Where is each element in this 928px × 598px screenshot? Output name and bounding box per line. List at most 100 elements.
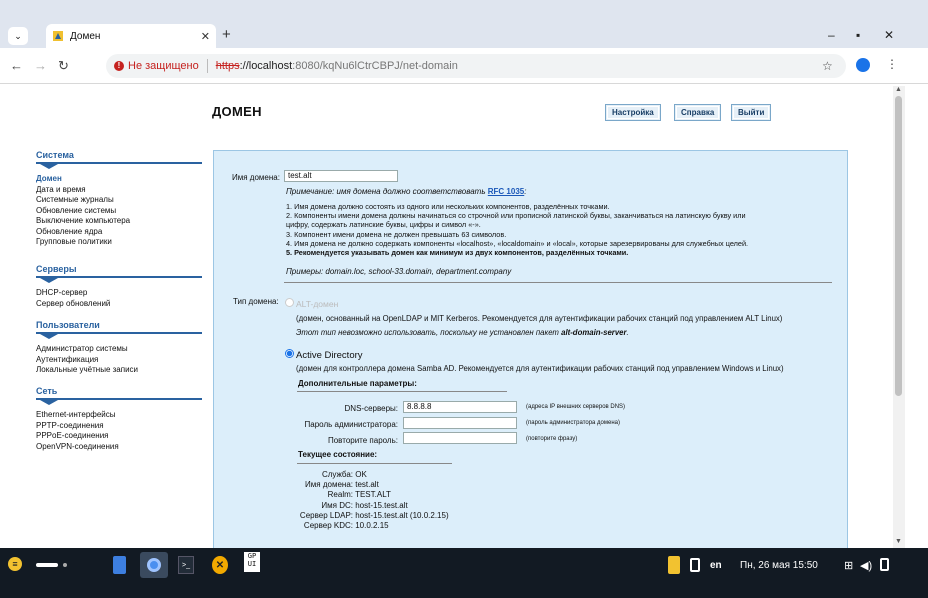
file-manager-icon[interactable] bbox=[113, 556, 126, 574]
domain-name-input[interactable]: test.alt bbox=[284, 170, 398, 182]
not-secure-indicator[interactable]: ! Не защищено bbox=[114, 60, 199, 72]
taskbar-pill-icon[interactable] bbox=[36, 563, 58, 567]
tab-title: Домен bbox=[70, 30, 101, 42]
rule-2-cont: цифру, содержать латинские буквы, цифры … bbox=[286, 220, 481, 230]
state-row-kdc: Сервер KDC: 10.0.2.15 bbox=[280, 521, 449, 531]
sidebar-group-servers: Серверы DHCP-сервер Сервер обновлений bbox=[36, 264, 202, 309]
settings-button[interactable]: Настройка bbox=[605, 104, 661, 121]
back-icon[interactable]: ← bbox=[10, 58, 23, 73]
state-key: Сервер KDC: bbox=[303, 521, 353, 531]
active-directory-radio[interactable] bbox=[285, 349, 294, 358]
state-value: OK bbox=[355, 470, 367, 479]
divider bbox=[297, 391, 507, 392]
gpui-app-icon[interactable]: GP UI bbox=[244, 552, 260, 572]
taskbar-dot-icon bbox=[63, 563, 67, 567]
sidebar-item-local-accounts[interactable]: Локальные учётные записи bbox=[36, 365, 202, 376]
minimize-button[interactable]: – bbox=[828, 28, 835, 42]
sidebar-heading[interactable]: Сеть bbox=[36, 386, 202, 398]
active-directory-label: Active Directory bbox=[296, 350, 363, 361]
tab-list-button[interactable]: ⌄ bbox=[8, 27, 28, 45]
state-row-service: Служба: OK bbox=[280, 470, 449, 480]
clipboard-tray-icon[interactable] bbox=[690, 558, 700, 572]
admin-password-input[interactable] bbox=[403, 417, 517, 429]
tab-close-icon[interactable]: ✕ bbox=[201, 30, 210, 43]
url-host: ://localhost bbox=[239, 60, 293, 72]
sidebar-item-openvpn[interactable]: OpenVPN-соединения bbox=[36, 442, 202, 453]
help-button[interactable]: Справка bbox=[674, 104, 722, 121]
sidebar-item-policies[interactable]: Групповые политики bbox=[36, 237, 202, 248]
scroll-up-icon[interactable]: ▲ bbox=[895, 86, 902, 93]
keyboard-layout[interactable]: en bbox=[710, 556, 722, 574]
scroll-down-icon[interactable]: ▼ bbox=[895, 538, 902, 545]
state-value: TEST.ALT bbox=[355, 490, 391, 500]
maximize-button[interactable]: ▪ bbox=[856, 28, 860, 42]
state-value: host-15.test.alt bbox=[355, 500, 408, 510]
clock[interactable]: Пн, 26 мая 15:50 bbox=[740, 556, 818, 574]
state-value: 10.0.2.15 bbox=[355, 521, 389, 531]
sidebar-item-ethernet[interactable]: Ethernet-интерфейсы bbox=[36, 410, 202, 421]
battery-icon[interactable] bbox=[880, 558, 889, 571]
sidebar-heading[interactable]: Система bbox=[36, 150, 202, 162]
sidebar-item-update-server[interactable]: Сервер обновлений bbox=[36, 299, 202, 310]
forward-icon[interactable]: → bbox=[34, 58, 47, 73]
divider bbox=[297, 463, 452, 464]
sidebar-item-kernel[interactable]: Обновление ядра bbox=[36, 227, 202, 238]
page-title: ДОМЕН bbox=[212, 104, 262, 119]
sidebar-item-update[interactable]: Обновление системы bbox=[36, 206, 202, 217]
profile-icon[interactable] bbox=[856, 58, 870, 72]
sidebar-item-auth[interactable]: Аутентификация bbox=[36, 355, 202, 366]
dns-hint: (адреса IP внешних серверов DNS) bbox=[526, 404, 626, 410]
rule-2: 2. Компоненты имени домена должны начина… bbox=[286, 211, 746, 221]
logout-button[interactable]: Выйти bbox=[731, 104, 772, 121]
sidebar-item-logs[interactable]: Системные журналы bbox=[36, 195, 202, 206]
sidebar-item-admin[interactable]: Администратор системы bbox=[36, 344, 202, 355]
bookmark-star-icon[interactable]: ☆ bbox=[822, 59, 833, 73]
warning-dot: . bbox=[626, 328, 629, 337]
warning-text: Этот тип невозможно использовать, поскол… bbox=[296, 328, 562, 337]
network-icon[interactable]: ⊞ bbox=[844, 556, 853, 574]
note-text: Примечание: имя домена должно соответств… bbox=[286, 187, 488, 196]
repeat-password-label: Повторите пароль: bbox=[327, 436, 398, 445]
start-menu-icon[interactable]: ≡ bbox=[8, 557, 22, 571]
repeat-password-hint: (повторите фразу) bbox=[526, 436, 578, 442]
sidebar-item-datetime[interactable]: Дата и время bbox=[36, 185, 202, 196]
new-tab-button[interactable]: + bbox=[222, 26, 231, 43]
warning-icon: ! bbox=[114, 61, 124, 71]
current-state-title: Текущее состояние: bbox=[298, 450, 378, 459]
scrollbar-thumb[interactable] bbox=[895, 96, 902, 396]
domain-type-label: Тип домена: bbox=[233, 297, 279, 306]
reload-icon[interactable]: ↻ bbox=[58, 58, 69, 74]
url-path: :8080/kqNu6lCtrCBPJ/net-domain bbox=[292, 60, 458, 72]
state-row-realm: Realm: TEST.ALT bbox=[280, 490, 449, 500]
rfc-link[interactable]: RFC 1035 bbox=[488, 187, 524, 196]
domain-rules: 1. Имя домена должно состоять из одного … bbox=[286, 202, 838, 257]
sidebar-heading[interactable]: Серверы bbox=[36, 264, 202, 276]
state-key: Имя домена: bbox=[305, 480, 353, 490]
close-window-button[interactable]: ✕ bbox=[884, 28, 894, 42]
admin-password-hint: (пароль администратора домена) bbox=[526, 420, 620, 426]
sidebar-item-pptp[interactable]: PPTP-соединения bbox=[36, 421, 202, 432]
alt-domain-warning: Этот тип невозможно использовать, поскол… bbox=[296, 328, 629, 337]
terminal-icon[interactable]: >_ bbox=[178, 556, 194, 574]
note-colon: : bbox=[524, 187, 527, 196]
sidebar-heading[interactable]: Пользователи bbox=[36, 320, 202, 332]
sidebar-divider bbox=[36, 398, 202, 405]
state-row-ldap: Сервер LDAP: host-15.test.alt (10.0.2.15… bbox=[280, 511, 449, 521]
browser-taskbar-icon[interactable] bbox=[140, 552, 168, 578]
repeat-password-input[interactable] bbox=[403, 432, 517, 444]
notes-tray-icon[interactable] bbox=[668, 556, 680, 574]
package-name: alt-domain-server bbox=[561, 328, 627, 337]
alt-domain-radio[interactable] bbox=[285, 298, 294, 307]
state-key: Имя DC: bbox=[321, 500, 353, 510]
dns-input[interactable]: 8.8.8.8 bbox=[403, 401, 517, 413]
menu-dots-icon[interactable]: ⋮ bbox=[886, 57, 898, 71]
admin-password-label: Пароль администратора: bbox=[304, 420, 398, 429]
sidebar-item-dhcp[interactable]: DHCP-сервер bbox=[36, 288, 202, 299]
browser-tab[interactable]: Домен ✕ bbox=[46, 24, 216, 48]
settings-app-icon[interactable]: ✕ bbox=[212, 556, 228, 574]
sidebar-item-pppoe[interactable]: PPPoE-соединения bbox=[36, 431, 202, 442]
sidebar-item-domain[interactable]: Домен bbox=[36, 174, 202, 185]
address-bar[interactable]: ! Не защищено https://localhost:8080/kqNu… bbox=[106, 54, 846, 78]
sidebar-item-shutdown[interactable]: Выключение компьютера bbox=[36, 216, 202, 227]
volume-icon[interactable]: ◀) bbox=[860, 556, 872, 574]
